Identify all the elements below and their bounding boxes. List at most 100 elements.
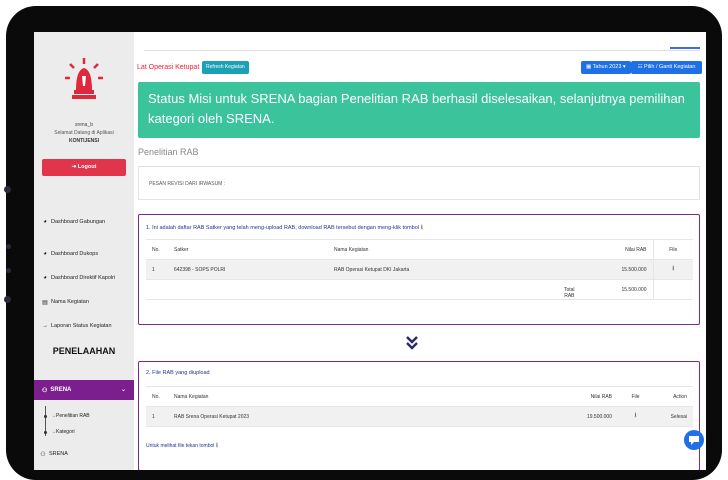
sidebar-subitem-label: Penelitian RAB [56, 413, 90, 419]
sidebar-item-label: Dashboard Dukops [51, 251, 99, 257]
double-chevron-down-icon [406, 336, 418, 350]
sidebar-subitem-kategori[interactable]: → Kategori [44, 429, 75, 435]
dashboard-icon: ◕ [43, 275, 47, 281]
view-file-note: Untuk melihat file tekan tombol ⭳ [146, 441, 218, 452]
cell-satker: 642398 - SOPS POLRI [168, 259, 328, 280]
chat-button[interactable] [684, 430, 704, 450]
uploaded-rab-table: No. Nama Kegiatan Nilai RAB File Action … [146, 386, 693, 427]
col-nilai: Nilai RAB [548, 386, 618, 407]
table-header-row: No. Satker Nama Kegiatan Nilai RAB File [146, 239, 693, 260]
section-title: PENELAAHAN [52, 346, 116, 356]
alert-lamp-logo-icon [65, 58, 103, 99]
top-accent-bar [670, 47, 700, 49]
cell-action[interactable]: Selesai [653, 406, 693, 427]
welcome-text: Selamat Datang di Aplikasi [54, 130, 114, 136]
sidebar-item-label: Dashboard Gabungan [51, 219, 106, 225]
cell-no: 1 [146, 259, 168, 280]
total-label: Total RAB [563, 287, 575, 299]
logout-button[interactable]: ⇥ Logout [42, 159, 126, 176]
sidebar-group-srena-active[interactable]: ⚇ SRENA ⌄ [34, 380, 134, 400]
breadcrumb: Lat Operasi Ketupat [137, 64, 200, 71]
user-name: srena_b [74, 122, 94, 128]
main-content: Lat Operasi Ketupat Refresh Kegiatan ▦ T… [134, 32, 706, 470]
rab-satker-panel: 1. Ini adalah daftar RAB Satker yang tel… [138, 214, 700, 325]
users-icon: ⚇ [40, 451, 46, 458]
users-icon: ⚇ [42, 387, 48, 394]
logout-label: Logout [77, 164, 97, 170]
page-subtitle: Penelitian RAB [138, 147, 199, 157]
revisi-label: PESAN REVISI DARI IRWASUM : [149, 181, 226, 187]
bullet-icon [44, 414, 47, 418]
panel-title: 1. Ini adalah daftar RAB Satker yang tel… [146, 223, 423, 234]
sidebar-subitem-label: Kategori [56, 429, 75, 435]
table-row: 1 RAB Srena Operasi Ketupat 2023 19.500.… [146, 406, 693, 427]
app-name: KONTIJENSI [68, 138, 99, 144]
tablet-sensor [6, 244, 11, 249]
total-value: 15.500.000 [621, 286, 647, 293]
cell-nilai: 15.500.000 [583, 259, 653, 280]
list-icon: ▤ [42, 299, 48, 306]
sidebar-group-label: SRENA [50, 387, 72, 393]
pick-label: Pilih / Ganti Kegiatan [644, 64, 696, 70]
col-file: File [618, 386, 653, 407]
download-icon: ⭳ [420, 224, 424, 231]
cell-nilai: 19.500.000 [548, 406, 618, 427]
col-satker: Satker [168, 239, 328, 260]
sidebar-item-laporan-status[interactable]: → Laporan Status Kegiatan [34, 318, 134, 334]
panel-title-text: 1. Ini adalah daftar RAB Satker yang tel… [146, 225, 420, 231]
dashboard-icon: ◕ [43, 219, 47, 225]
sidebar-group-srena[interactable]: ⚇ SRENA [34, 446, 134, 462]
col-nama: Nama Kegiatan [168, 386, 548, 407]
tablet-camera [4, 186, 11, 193]
dashboard-icon: ◕ [43, 251, 47, 257]
sidebar-item-nama-kegiatan[interactable]: ▤ Nama Kegiatan [34, 294, 134, 310]
sidebar-group-label: SRENA [49, 451, 68, 457]
calendar-icon: ▦ [586, 64, 593, 70]
col-no: No. [146, 239, 168, 260]
arrow-right-icon: → [42, 323, 48, 329]
revisi-message-box: PESAN REVISI DARI IRWASUM : [138, 166, 700, 200]
col-action: Action [653, 386, 693, 407]
tablet-sensor-2 [6, 268, 11, 273]
cell-no: 1 [146, 406, 168, 427]
total-cell: Total RAB 15.500.000 [564, 279, 653, 300]
sidebar-item-dashboard-direktif[interactable]: ◕ Dashboard Direktif Kapolri [34, 270, 134, 286]
sidebar-item-dashboard-dukops[interactable]: ◕ Dashboard Dukops [34, 246, 134, 262]
year-select-button[interactable]: ▦ Tahun 2023 ▾ [581, 61, 631, 74]
bullet-icon [44, 430, 47, 434]
download-icon: ⭳ [634, 412, 637, 419]
table-row: 1 642398 - SOPS POLRI RAB Operasi Ketupa… [146, 259, 693, 280]
col-no: No. [146, 386, 168, 407]
year-label: Tahun 2023 [592, 64, 622, 70]
sidebar: srena_b Selamat Datang di Aplikasi KONTI… [34, 32, 134, 470]
uploaded-rab-panel: 2. File RAB yang diupload No. Nama Kegia… [138, 361, 700, 470]
download-icon: ⭳ [672, 265, 675, 272]
chat-icon [689, 436, 699, 445]
download-button[interactable]: ⭳ [618, 406, 653, 427]
tablet-sensor-3 [4, 296, 11, 303]
sidebar-item-dashboard-gabungan[interactable]: ◕ Dashboard Gabungan [34, 214, 134, 230]
sidebar-item-label: Laporan Status Kegiatan [51, 323, 112, 329]
tablet-frame: srena_b Selamat Datang di Aplikasi KONTI… [4, 6, 722, 480]
total-row: Total RAB 15.500.000 [146, 279, 693, 300]
sidebar-subitem-penelitian-rab[interactable]: → Penelitian RAB [44, 413, 90, 419]
download-button[interactable]: ⭳ [652, 259, 693, 280]
pick-kegiatan-button[interactable]: ☷ Pilih / Ganti Kegiatan [631, 61, 702, 74]
col-nama: Nama Kegiatan [328, 239, 583, 260]
col-file: File [652, 239, 693, 260]
chevron-down-icon: ⌄ [120, 387, 126, 393]
table-header-row: No. Nama Kegiatan Nilai RAB File Action [146, 386, 693, 407]
cell-nama: RAB Operasi Ketupat DKI Jakarta [328, 259, 583, 280]
note-text: Untuk melihat file tekan tombol [146, 443, 215, 449]
rab-satker-table: No. Satker Nama Kegiatan Nilai RAB File … [146, 239, 693, 300]
panel-title: 2. File RAB yang diupload [146, 370, 210, 376]
sidebar-item-label: Dashboard Direktif Kapolri [51, 275, 116, 281]
col-nilai: Nilai RAB [583, 239, 653, 260]
app-screen: srena_b Selamat Datang di Aplikasi KONTI… [34, 32, 706, 470]
refresh-kegiatan-button[interactable]: Refresh Kegiatan [202, 61, 249, 74]
top-divider [144, 50, 700, 51]
sidebar-item-label: Nama Kegiatan [51, 299, 89, 305]
download-icon: ⭳ [215, 442, 219, 449]
cell-nama: RAB Srena Operasi Ketupat 2023 [168, 406, 548, 427]
success-alert: Status Misi untuk SRENA bagian Penelitia… [138, 82, 700, 138]
